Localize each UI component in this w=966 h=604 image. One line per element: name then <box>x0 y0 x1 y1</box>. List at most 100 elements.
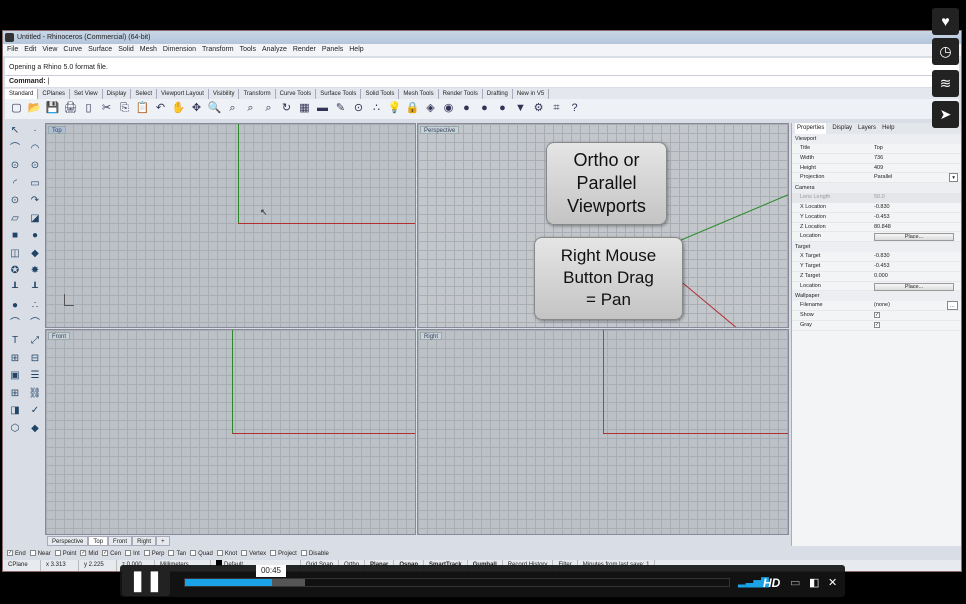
osnap-project[interactable]: Project <box>270 549 297 559</box>
checkbox[interactable]: ✓ <box>102 550 109 557</box>
heart-icon[interactable]: ♥ <box>932 8 959 35</box>
toolbox-tool-icon[interactable]: ◠ <box>27 141 43 157</box>
viewport-tab-add[interactable]: + <box>156 536 170 546</box>
menu-help[interactable]: Help <box>349 46 363 53</box>
rotate-view-icon[interactable]: ↻ <box>279 101 294 116</box>
menu-curve[interactable]: Curve <box>63 46 82 53</box>
toolbar-tab-transform[interactable]: Transform <box>239 89 276 99</box>
osnap-int[interactable]: Int <box>125 549 140 559</box>
viewport-perspective[interactable]: Perspective Ortho or Parallel Viewports … <box>417 123 789 328</box>
viewport-tab-top[interactable]: Top <box>88 536 109 546</box>
property-value-title[interactable]: Top <box>874 144 961 153</box>
property-value-x-location[interactable]: -0.830 <box>874 203 961 212</box>
clock-icon[interactable]: ◷ <box>932 38 959 65</box>
toolbox-tool-icon[interactable]: ┸ <box>7 281 23 297</box>
toolbox-tool-icon[interactable]: ◨ <box>7 403 23 419</box>
layers-icon[interactable]: ≋ <box>932 70 959 97</box>
show-checkbox[interactable]: ✓ <box>874 311 880 318</box>
toolbox-tool-icon[interactable]: ⬡ <box>7 421 23 437</box>
toolbox-tool-icon[interactable]: ▱ <box>7 211 23 227</box>
checkbox[interactable]: ✓ <box>80 550 87 557</box>
pan-hand-icon[interactable]: ✋ <box>171 101 186 116</box>
property-value-filename[interactable]: (none) <box>874 301 947 310</box>
toolbar-tab-curve-tools[interactable]: Curve Tools <box>276 89 317 99</box>
osnap-end[interactable]: ✓ End <box>7 549 26 559</box>
snap-icon[interactable]: ⊙ <box>351 101 366 116</box>
move-icon[interactable]: ✥ <box>189 101 204 116</box>
menu-mesh[interactable]: Mesh <box>140 46 157 53</box>
property-value-z-target[interactable]: 0.000 <box>874 272 961 281</box>
checkbox[interactable] <box>143 550 150 557</box>
checkbox[interactable] <box>300 550 307 557</box>
place-button[interactable]: Place... <box>874 282 954 291</box>
checkbox[interactable]: ✓ <box>7 550 13 557</box>
property-value-height[interactable]: 409 <box>874 164 961 173</box>
toolbox-tool-icon[interactable]: ◆ <box>27 421 43 437</box>
toolbox-tool-icon[interactable]: ☰ <box>27 368 43 384</box>
gray-checkbox[interactable]: ✓ <box>874 321 880 328</box>
osnap-cen[interactable]: ✓ Cen <box>102 549 121 559</box>
points-icon[interactable]: ∴ <box>369 101 384 116</box>
toolbox-tool-icon[interactable]: ▭ <box>27 176 43 192</box>
cplane-icon[interactable]: ▬ <box>315 101 330 116</box>
checkbox[interactable] <box>29 550 36 557</box>
tab-help[interactable]: Help <box>882 123 894 134</box>
checkbox[interactable] <box>241 550 248 557</box>
toolbox-tool-icon[interactable]: ▣ <box>7 368 23 384</box>
open-icon[interactable]: 📂 <box>27 101 42 116</box>
viewport-tab-perspective[interactable]: Perspective <box>47 536 89 546</box>
menu-surface[interactable]: Surface <box>88 46 112 53</box>
template-icon[interactable]: ▯ <box>81 101 96 116</box>
menu-panels[interactable]: Panels <box>322 46 343 53</box>
tab-display[interactable]: Display <box>832 123 852 134</box>
cut-icon[interactable]: ✂ <box>99 101 114 116</box>
toolbox-tool-icon[interactable]: ⊞ <box>7 386 23 402</box>
toolbox-tool-icon[interactable]: ● <box>7 298 23 314</box>
viewport-top[interactable]: Top ↖ <box>45 123 416 328</box>
osnap-vertex[interactable]: Vertex <box>241 549 266 559</box>
viewport-label-right[interactable]: Right <box>420 332 443 340</box>
fullscreen-icon[interactable]: ✕ <box>828 576 837 590</box>
toolbox-tool-icon[interactable]: ◫ <box>7 246 23 262</box>
toolbar-tab-solid-tools[interactable]: Solid Tools <box>361 89 400 99</box>
zoom-icon[interactable]: 🔍 <box>207 101 222 116</box>
viewport-tab-front[interactable]: Front <box>108 536 133 546</box>
toolbox-tool-icon[interactable]: ● <box>27 228 43 244</box>
toolbox-tool-icon[interactable]: ⊙ <box>27 158 43 174</box>
toolbar-tab-drafting[interactable]: Drafting <box>483 89 513 99</box>
property-value-y-location[interactable]: -0.453 <box>874 213 961 222</box>
toolbox-tool-icon[interactable]: ┸ <box>27 281 43 297</box>
toolbox-tool-icon[interactable]: ⌒ <box>27 316 43 332</box>
toolbox-tool-icon[interactable]: ⌒ <box>7 316 23 332</box>
toolbar-tab-mesh-tools[interactable]: Mesh Tools <box>399 89 439 99</box>
viewport-label-front[interactable]: Front <box>48 332 71 340</box>
toolbar-tab-set-view[interactable]: Set View <box>70 89 103 99</box>
help-icon[interactable]: ? <box>567 101 582 116</box>
layer-icon[interactable]: ◈ <box>423 101 438 116</box>
grid-icon[interactable]: ⌗ <box>549 101 564 116</box>
toolbox-tool-icon[interactable]: ⊞ <box>7 351 23 367</box>
toolbar-tab-surface-tools[interactable]: Surface Tools <box>316 89 362 99</box>
toolbar-tab-cplanes[interactable]: CPlanes <box>38 89 71 99</box>
zoom-selected-icon[interactable]: ⌕ <box>261 101 276 116</box>
menu-file[interactable]: File <box>7 46 18 53</box>
property-value-y-target[interactable]: -0.453 <box>874 262 961 271</box>
copy-icon[interactable]: ⎘ <box>117 101 132 116</box>
viewport-front[interactable]: Front <box>45 329 416 535</box>
osnap-perp[interactable]: Perp <box>143 549 164 559</box>
property-value-x-target[interactable]: -0.830 <box>874 252 961 261</box>
checkbox[interactable] <box>168 550 175 557</box>
osnap-tan[interactable]: Tan <box>168 549 186 559</box>
viewport-label-top[interactable]: Top <box>48 126 66 134</box>
menu-tools[interactable]: Tools <box>240 46 256 53</box>
tab-properties[interactable]: Properties <box>795 123 827 134</box>
menu-edit[interactable]: Edit <box>24 46 36 53</box>
zoom-window-icon[interactable]: ⌕ <box>225 101 240 116</box>
property-value-z-location[interactable]: 80.848 <box>874 223 961 232</box>
render-sphere-icon[interactable]: ● <box>495 101 510 116</box>
pip-icon[interactable]: ◧ <box>809 576 819 590</box>
toolbox-tool-icon[interactable]: ⌒ <box>7 141 23 157</box>
toolbox-tool-icon[interactable]: ⊙ <box>7 158 23 174</box>
toolbox-tool-icon[interactable]: ◜ <box>7 176 23 192</box>
toolbar-tab-visibility[interactable]: Visibility <box>209 89 240 99</box>
